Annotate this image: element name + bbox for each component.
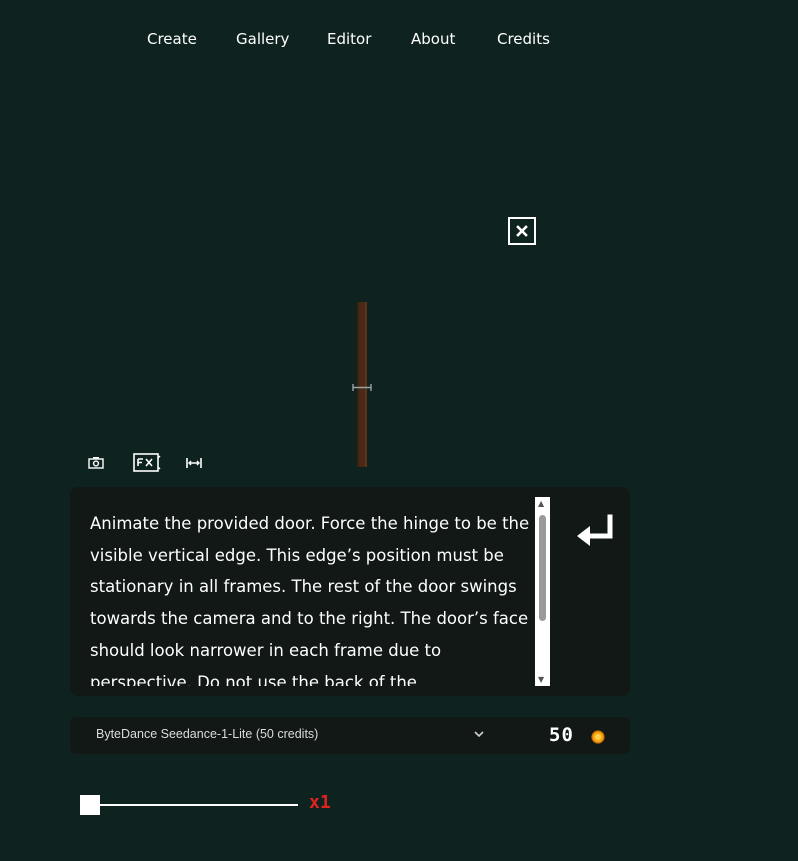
multiplier-slider-track[interactable]	[90, 804, 298, 806]
multiplier-slider-handle[interactable]	[80, 795, 100, 815]
coin-icon	[591, 730, 605, 744]
video-fx-icon[interactable]	[133, 452, 161, 473]
prompt-input[interactable]: Animate the provided door. Force the hin…	[90, 508, 530, 686]
nav-gallery[interactable]: Gallery	[236, 30, 289, 48]
credits-count: 50	[549, 724, 574, 746]
nav-create[interactable]: Create	[147, 30, 197, 48]
model-selector-bar: ByteDance Seedance-1-Lite (50 credits) 5…	[70, 717, 630, 754]
scroll-thumb[interactable]	[539, 515, 546, 621]
scroll-down-arrow-icon[interactable]: ▼	[538, 676, 544, 684]
chevron-down-icon[interactable]	[473, 730, 485, 738]
close-button[interactable]	[508, 217, 536, 245]
camera-icon[interactable]	[88, 456, 104, 469]
model-select[interactable]: ByteDance Seedance-1-Lite (50 credits)	[96, 727, 318, 741]
prompt-panel: Animate the provided door. Force the hin…	[70, 487, 630, 696]
enter-icon[interactable]	[573, 514, 617, 550]
nav-credits[interactable]: Credits	[497, 30, 550, 48]
resize-icon[interactable]	[186, 456, 202, 470]
prompt-scrollbar[interactable]: ▲ ▼	[535, 497, 550, 686]
nav-editor[interactable]: Editor	[327, 30, 371, 48]
close-icon	[516, 225, 528, 237]
multiplier-label: x1	[309, 792, 331, 813]
nav-about[interactable]: About	[411, 30, 455, 48]
horizontal-resize-handle-icon[interactable]	[352, 383, 372, 392]
scroll-up-arrow-icon[interactable]: ▲	[538, 500, 544, 508]
